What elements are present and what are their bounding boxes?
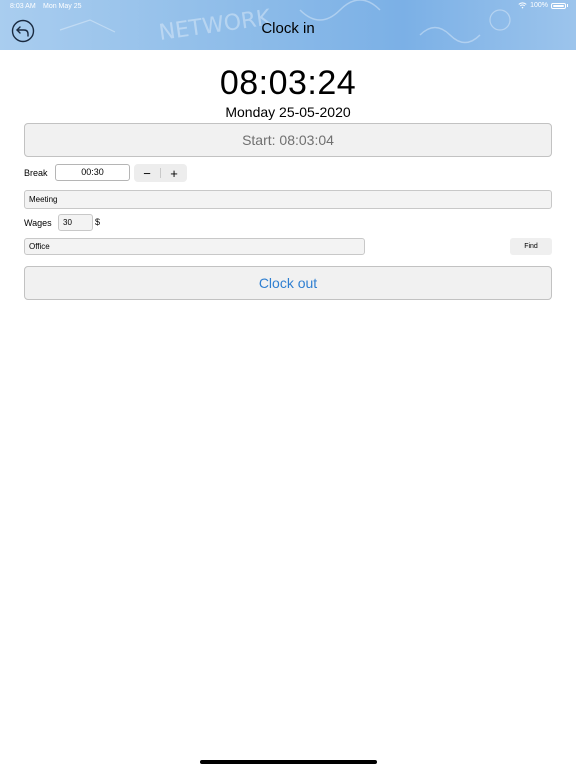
battery-cap	[567, 4, 568, 7]
status-bar: 8:03 AM Mon May 25 100%	[0, 0, 576, 14]
break-duration-field[interactable]: 00:30	[55, 164, 130, 181]
clock-in-screen: NETWORK 8:03 AM Mon May 25 100% Clock in…	[0, 0, 576, 768]
battery-percent: 100%	[530, 2, 548, 9]
wages-field[interactable]: 30	[58, 214, 93, 231]
find-button[interactable]: Find	[510, 238, 552, 255]
meeting-field[interactable]: Meeting	[24, 190, 552, 209]
break-label: Break	[24, 168, 48, 178]
office-field[interactable]: Office	[24, 238, 365, 255]
clock-out-button[interactable]: Clock out	[24, 266, 552, 300]
wifi-icon	[518, 2, 527, 9]
home-indicator	[200, 760, 377, 764]
status-date: Mon May 25	[43, 3, 82, 10]
battery-icon	[551, 2, 566, 9]
start-time-button[interactable]: Start: 08:03:04	[24, 123, 552, 157]
wages-label: Wages	[24, 218, 52, 228]
current-time: 08:03:24	[219, 64, 357, 102]
status-right: 100%	[518, 2, 568, 9]
status-time: 8:03 AM	[10, 3, 36, 10]
break-decrement-button[interactable]: −	[134, 164, 160, 182]
current-date: Monday 25-05-2020	[225, 104, 351, 120]
break-increment-button[interactable]: +	[161, 164, 187, 182]
break-stepper: − +	[134, 164, 187, 182]
page-title: Clock in	[261, 20, 315, 37]
currency-label: $	[95, 217, 101, 227]
navigation-header: NETWORK 8:03 AM Mon May 25 100% Clock in	[0, 0, 576, 50]
